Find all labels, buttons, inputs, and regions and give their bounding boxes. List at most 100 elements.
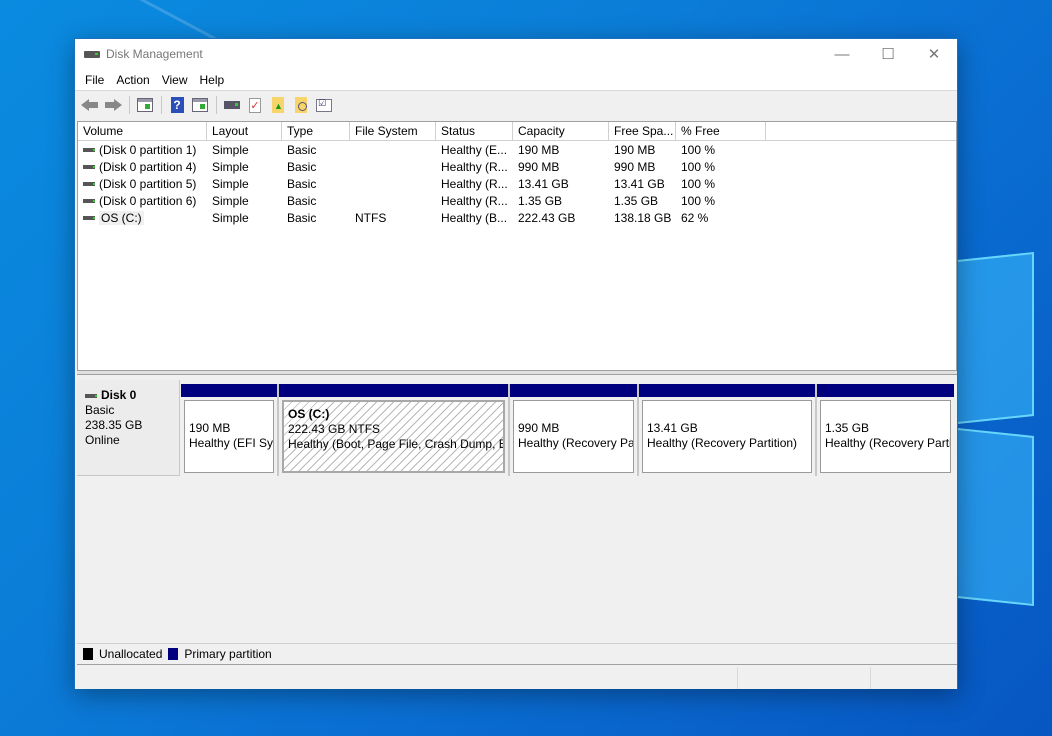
partition-map: 190 MB Healthy (EFI Sys OS (C:) 222.43 G… [181,384,954,476]
partition-efi[interactable]: 190 MB Healthy (EFI Sys [181,384,279,476]
menu-action[interactable]: Action [110,73,155,87]
settings-button[interactable] [313,94,335,116]
cell-free-space: 190 MB [614,142,656,157]
column-header-empty [766,122,956,140]
pane-splitter[interactable] [77,371,957,375]
disk-status: Online [85,433,120,447]
cell-capacity: 990 MB [518,159,560,174]
disk-icon [85,393,97,398]
cell-free-space: 1.35 GB [614,193,659,208]
open-button[interactable] [267,94,289,116]
drive-icon [83,147,95,152]
partition-recovery-3[interactable]: 1.35 GB Healthy (Recovery Parti [817,384,954,476]
cell-volume: (Disk 0 partition 1) [99,142,197,157]
status-section-3 [871,667,957,689]
column-header-type[interactable]: Type [282,122,350,140]
partition-os-c[interactable]: OS (C:) 222.43 GB NTFS Healthy (Boot, Pa… [279,384,510,476]
properties-button[interactable]: ✓ [244,94,266,116]
partition-size: 990 MB [518,421,560,435]
column-header-free-space[interactable]: Free Spa... [609,122,676,140]
volume-table-header: Volume Layout Type File System Status Ca… [78,122,956,141]
minimize-button[interactable]: — [819,39,865,69]
cell-capacity: 222.43 GB [518,210,576,225]
help-button[interactable]: ? [166,94,188,116]
show-hide-action-pane-icon [192,98,208,112]
disk-management-app-icon [84,48,100,60]
cell-free-space: 13.41 GB [614,176,665,191]
table-row[interactable]: (Disk 0 partition 4) Simple Basic Health… [78,158,956,175]
column-header-volume[interactable]: Volume [78,122,207,140]
column-header-status[interactable]: Status [436,122,513,140]
legend-unallocated: Unallocated [99,647,163,661]
partition-status: Healthy (Recovery Parti [825,436,951,450]
toolbar-separator [216,96,217,114]
primary-partition-bar [817,384,954,397]
status-section-2 [738,667,871,689]
menu-bar: File Action View Help [75,69,957,91]
title-bar[interactable]: Disk Management — ☐ ✕ [75,39,957,69]
partition-recovery-2[interactable]: 13.41 GB Healthy (Recovery Partition) [639,384,817,476]
partition-recovery-1[interactable]: 990 MB Healthy (Recovery Pa [510,384,639,476]
properties-check-icon: ✓ [249,97,261,113]
cell-type: Basic [287,142,317,157]
show-hide-console-tree-icon [137,98,153,112]
cell-percent-free: 100 % [681,142,716,157]
cell-percent-free: 100 % [681,193,716,208]
explore-folder-icon [295,97,307,113]
primary-partition-bar [181,384,277,397]
cell-type: Basic [287,193,317,208]
table-row-selected[interactable]: OS (C:) Simple Basic NTFS Healthy (B... … [78,209,956,226]
disk-management-window: Disk Management — ☐ ✕ File Action View H… [74,38,958,689]
drive-icon [83,198,95,203]
cell-layout: Simple [212,193,249,208]
show-hide-action-pane-button[interactable] [189,94,211,116]
cell-status: Healthy (E... [441,142,508,157]
cell-free-space: 990 MB [614,159,656,174]
explore-button[interactable] [290,94,312,116]
menu-help[interactable]: Help [194,73,231,87]
cell-status: Healthy (B... [441,210,508,225]
column-header-capacity[interactable]: Capacity [513,122,609,140]
forward-button[interactable] [102,94,124,116]
menu-file[interactable]: File [79,73,110,87]
cell-volume: (Disk 0 partition 5) [99,176,197,191]
menu-view[interactable]: View [156,73,194,87]
cell-capacity: 190 MB [518,142,560,157]
table-row[interactable]: (Disk 0 partition 1) Simple Basic Health… [78,141,956,158]
primary-partition-bar [510,384,637,397]
cell-layout: Simple [212,159,249,174]
partition-size: 1.35 GB [825,421,870,435]
partition-size: 13.41 GB [647,421,698,435]
unallocated-swatch [83,648,93,660]
connect-disk-button[interactable] [221,94,243,116]
toolbar: ? ✓ [75,91,957,119]
partition-title: OS (C:) [288,407,330,421]
window-title: Disk Management [106,47,203,61]
volume-list-pane: Volume Layout Type File System Status Ca… [77,121,957,371]
drive-icon [83,181,95,186]
open-folder-up-icon [272,97,284,113]
disk-0-info[interactable]: Disk 0 Basic 238.35 GB Online [77,380,180,476]
cell-status: Healthy (R... [441,193,508,208]
status-bar [75,667,957,689]
table-row[interactable]: (Disk 0 partition 5) Simple Basic Health… [78,175,956,192]
show-hide-console-tree-button[interactable] [134,94,156,116]
maximize-button[interactable]: ☐ [865,39,911,69]
disk-name: Disk 0 [101,388,137,402]
cell-capacity: 1.35 GB [518,193,563,208]
table-row[interactable]: (Disk 0 partition 6) Simple Basic Health… [78,192,956,209]
cell-volume: (Disk 0 partition 4) [99,159,197,174]
cell-status: Healthy (R... [441,176,508,191]
drive-icon [83,215,95,220]
cell-layout: Simple [212,142,249,157]
back-button[interactable] [79,94,101,116]
primary-partition-bar [639,384,815,397]
column-header-layout[interactable]: Layout [207,122,282,140]
forward-arrow-icon [104,99,122,111]
back-arrow-icon [81,99,99,111]
column-header-percent-free[interactable]: % Free [676,122,766,140]
cell-percent-free: 62 % [681,210,709,225]
cell-type: Basic [287,176,317,191]
column-header-file-system[interactable]: File System [350,122,436,140]
close-button[interactable]: ✕ [911,39,957,69]
